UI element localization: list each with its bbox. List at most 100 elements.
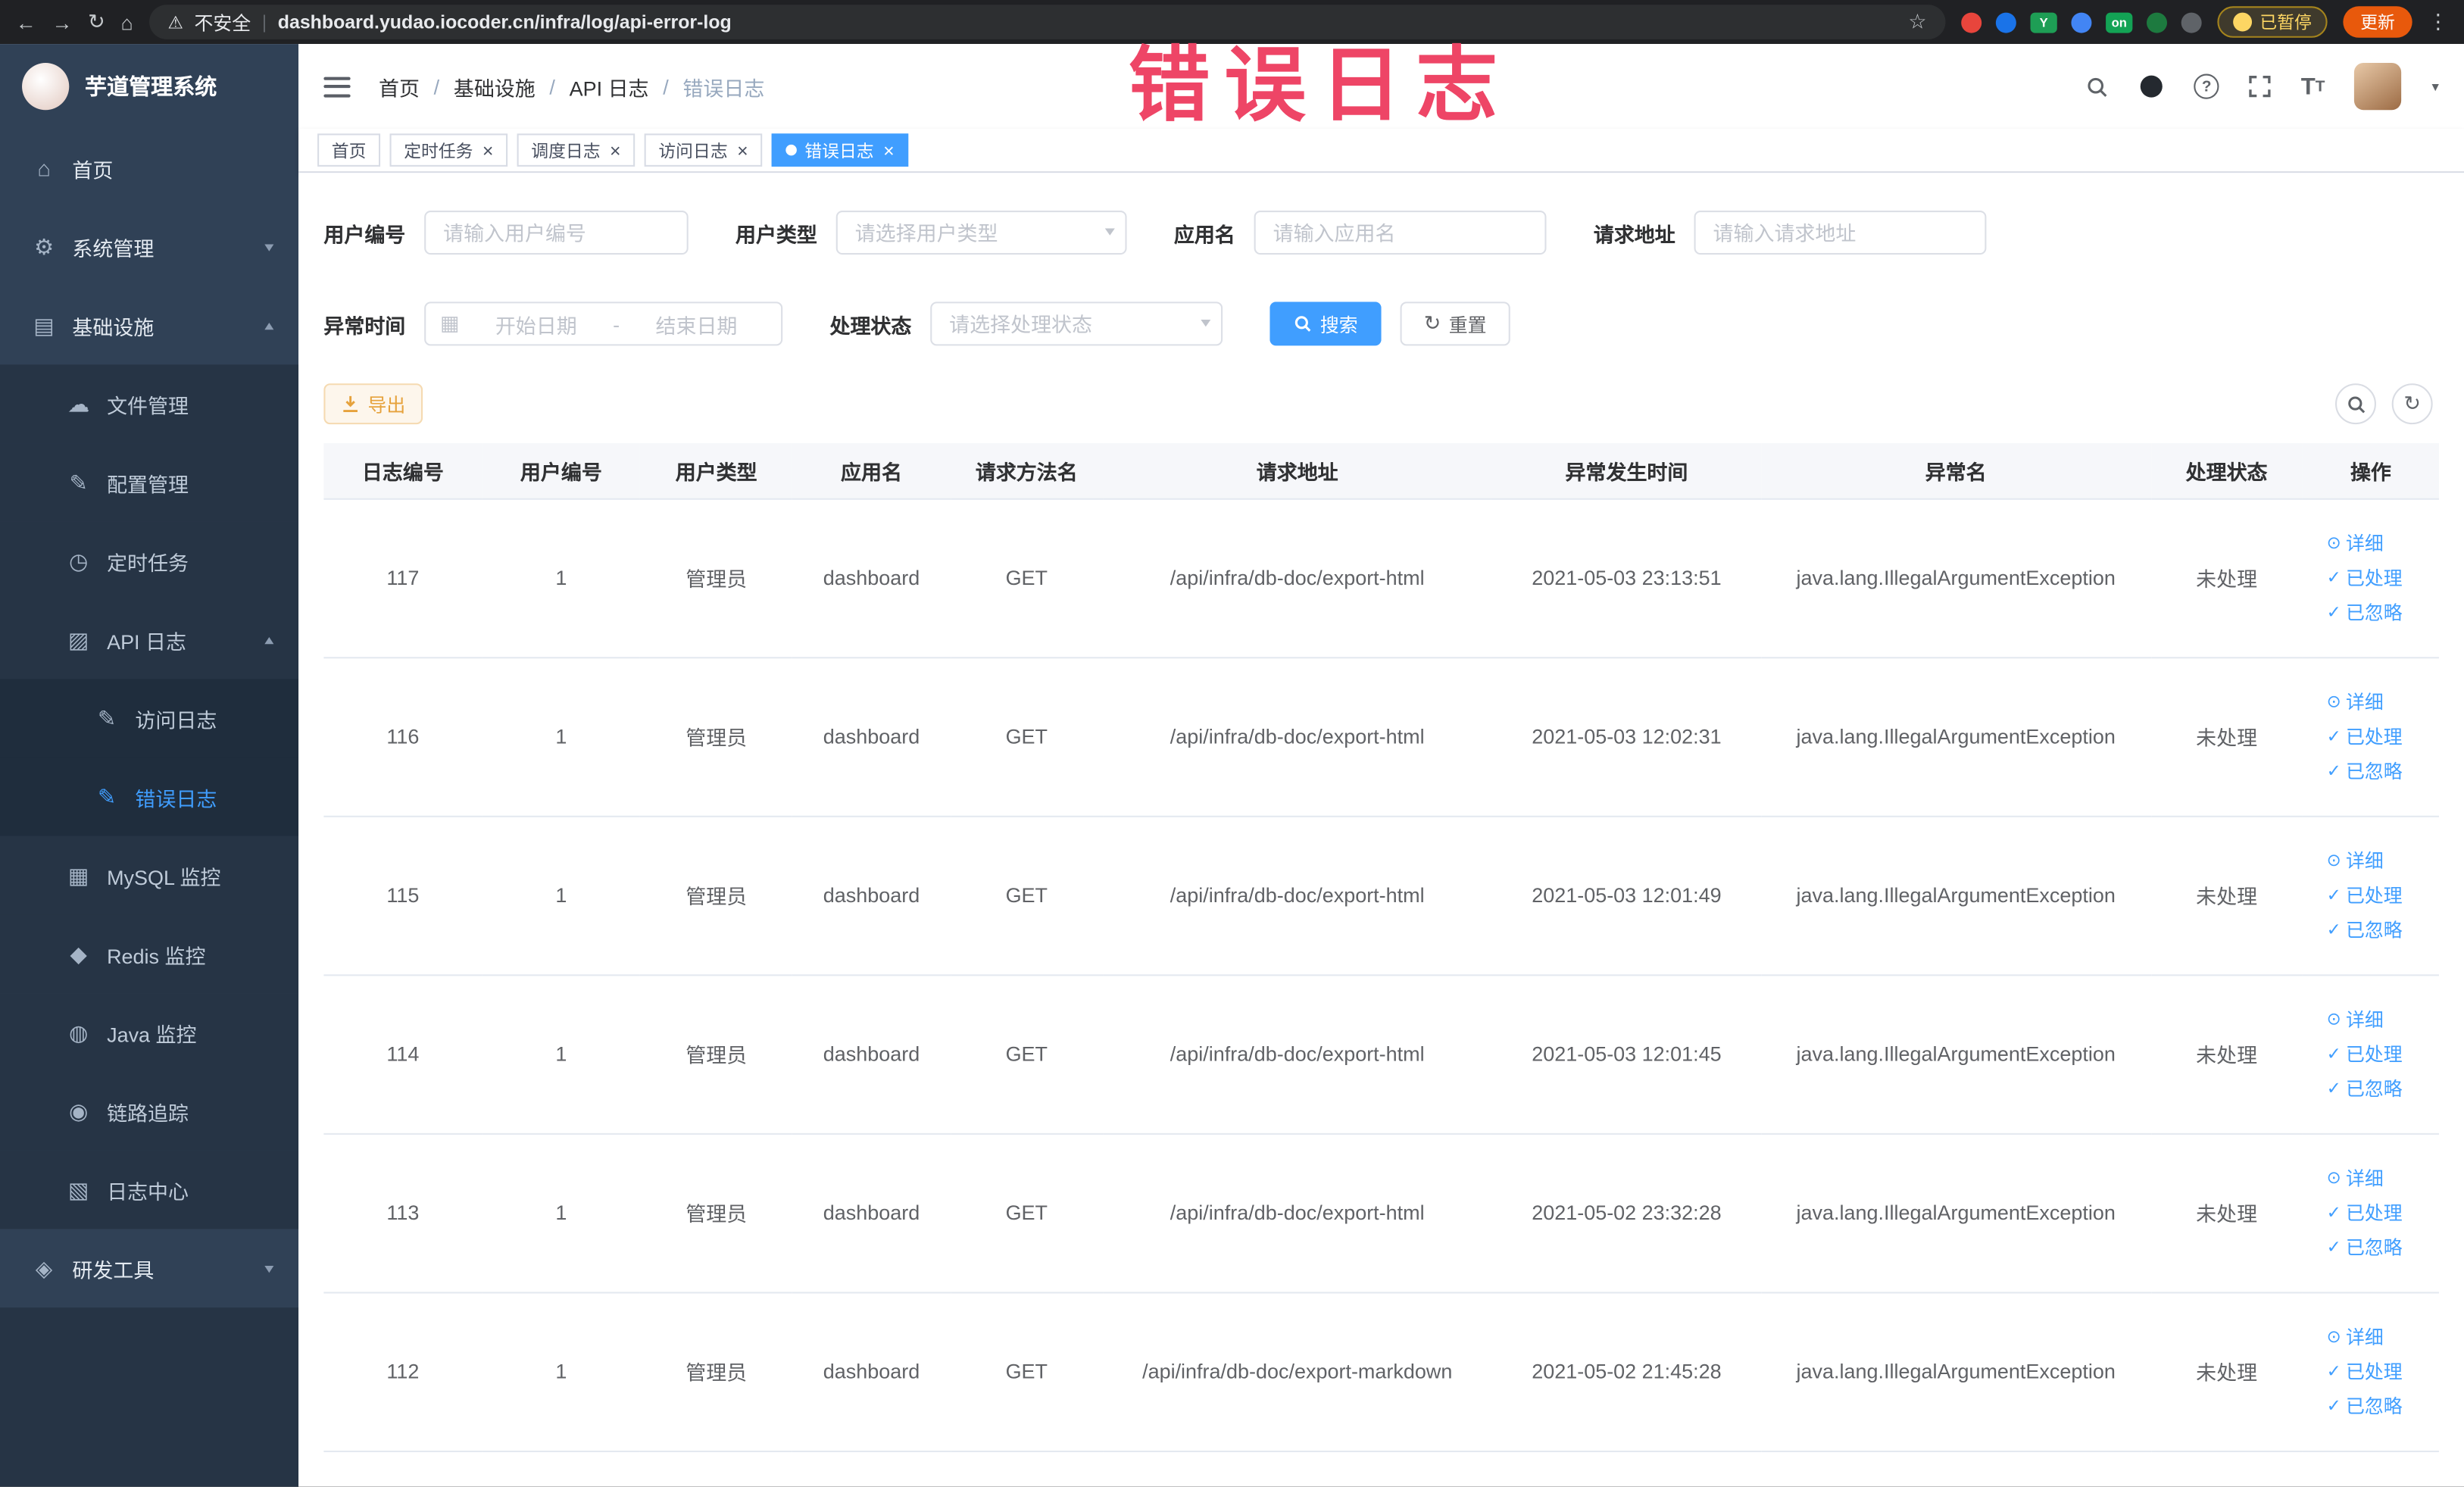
detail-link[interactable]: ⊙ 详细 [2327, 530, 2384, 556]
sidebar-item-mysql-monitor[interactable]: ▦ MySQL 监控 [0, 836, 299, 915]
processed-link[interactable]: ✓ 已处理 [2327, 564, 2403, 591]
sidebar-item-system[interactable]: ⚙ 系统管理 ▾ [0, 208, 298, 286]
chevron-down-icon[interactable]: ▾ [2432, 78, 2439, 95]
bookmark-star-icon[interactable]: ☆ [1908, 9, 1926, 34]
detail-link[interactable]: ⊙ 详细 [2327, 1164, 2384, 1191]
logo[interactable]: 芋道管理系统 [0, 44, 298, 129]
user-type-select[interactable]: ▾ [835, 211, 1127, 255]
close-icon[interactable]: × [610, 141, 621, 160]
sidebar-item-redis-monitor[interactable]: ◆ Redis 监控 [0, 914, 299, 994]
sidebar-item-java-monitor[interactable]: ◍ Java 监控 [0, 993, 299, 1072]
processed-link[interactable]: ✓ 已处理 [2327, 1040, 2403, 1067]
detail-link[interactable]: ⊙ 详细 [2327, 1006, 2384, 1032]
export-button[interactable]: 导出 [323, 383, 423, 425]
sidebar-item-scheduled-jobs[interactable]: ◷ 定时任务 [0, 521, 299, 601]
browser-back-icon[interactable]: ← [16, 10, 36, 33]
processed-link[interactable]: ✓ 已处理 [2327, 723, 2403, 749]
browser-home-icon[interactable]: ⌂ [121, 10, 133, 33]
sidebar-toggle-icon[interactable] [323, 76, 351, 97]
sidebar-item-infrastructure[interactable]: ▤ 基础设施 ▴ [0, 286, 298, 365]
sidebar-item-link-trace[interactable]: ◉ 链路追踪 [0, 1071, 299, 1151]
user-id-input[interactable] [424, 211, 689, 255]
detail-link[interactable]: ⊙ 详细 [2327, 689, 2384, 715]
close-icon[interactable]: × [482, 141, 494, 160]
ignored-link[interactable]: ✓ 已忽略 [2327, 758, 2403, 784]
help-icon[interactable]: ? [2194, 73, 2219, 99]
paused-badge[interactable]: 已暂停 [2217, 6, 2328, 38]
font-size-icon[interactable]: TT [2301, 73, 2325, 99]
page-url[interactable]: dashboard.yudao.iocoder.cn/infra/log/api… [278, 11, 732, 33]
detail-link[interactable]: ⊙ 详细 [2327, 847, 2384, 873]
sidebar-item-config-manage[interactable]: ✎ 配置管理 [0, 443, 299, 522]
table-tools: ↻ [2335, 383, 2439, 425]
tab-item[interactable]: 定时任务 × [389, 133, 508, 167]
github-icon[interactable] [2139, 74, 2164, 99]
processed-link[interactable]: ✓ 已处理 [2327, 1199, 2403, 1226]
error-log-icon: ✎ [97, 783, 117, 809]
ignored-link[interactable]: ✓ 已忽略 [2327, 1392, 2403, 1419]
process-status-select-input[interactable] [930, 301, 1223, 346]
row-actions: ⊙ 详细 ✓ 已处理 ✓ 已忽略 [2327, 1006, 2403, 1102]
tab-item[interactable]: 错误日志 × [771, 133, 909, 167]
ignored-link[interactable]: ✓ 已忽略 [2327, 1075, 2403, 1101]
trace-icon: ◉ [69, 1098, 89, 1123]
processed-link[interactable]: ✓ 已处理 [2327, 1358, 2403, 1385]
close-icon[interactable]: × [737, 141, 748, 160]
extension-icon[interactable] [1995, 11, 2016, 33]
reset-button[interactable]: ↻ 重置 [1400, 301, 1510, 346]
tabs-bar: 首页 定时任务 × 调度日志 × 访问日志 × 错误日志 × [298, 129, 2464, 173]
detail-link[interactable]: ⊙ 详细 [2327, 1323, 2384, 1350]
extension-icon[interactable] [1961, 11, 1982, 33]
request-url-input[interactable] [1694, 211, 1987, 255]
extension-icon[interactable] [2147, 11, 2168, 33]
cell-id: 115 [323, 815, 482, 976]
ignored-link[interactable]: ✓ 已忽略 [2327, 1234, 2403, 1261]
process-status-filter: 处理状态 ▾ [829, 301, 1223, 346]
main-area: 首页 / 基础设施 / API 日志 / 错误日志 ? TT ▾ 首页 定时任务… [298, 44, 2464, 1487]
chevron-down-icon: ▾ [265, 238, 275, 255]
extension-icon[interactable]: Y [2030, 11, 2057, 33]
browser-reload-icon[interactable]: ↻ [88, 9, 105, 34]
tab-item[interactable]: 首页 [317, 133, 381, 167]
start-date-placeholder: 开始日期 [495, 313, 577, 338]
breadcrumb-item[interactable]: 首页 [379, 71, 420, 101]
extension-icon[interactable]: on [2106, 11, 2133, 33]
check-icon: ✓ [2326, 762, 2341, 782]
warning-icon: ⚠ [167, 13, 183, 33]
date-range-picker[interactable]: ▦ 开始日期 - 结束日期 [424, 301, 783, 346]
close-icon[interactable]: × [883, 141, 895, 160]
user-avatar[interactable] [2354, 62, 2403, 111]
sidebar-item-home[interactable]: ⌂ 首页 [0, 129, 298, 208]
browser-forward-icon[interactable]: → [52, 10, 72, 33]
extension-icon[interactable] [2181, 11, 2202, 33]
java-icon: ◍ [69, 1019, 89, 1045]
ignored-link[interactable]: ✓ 已忽略 [2327, 917, 2403, 943]
browser-menu-icon[interactable]: ⋮ [2428, 9, 2448, 34]
sidebar-item-file-manage[interactable]: ☁ 文件管理 [0, 364, 299, 444]
search-button[interactable]: 搜索 [1269, 301, 1382, 346]
extension-icon[interactable] [2071, 11, 2092, 33]
process-status-select[interactable]: ▾ [930, 301, 1223, 346]
tab-item[interactable]: 访问日志 × [644, 133, 763, 167]
toggle-search-button[interactable] [2335, 383, 2376, 425]
breadcrumb-item[interactable]: 基础设施 [454, 71, 536, 101]
address-bar[interactable]: ⚠ 不安全 | dashboard.yudao.iocoder.cn/infra… [148, 5, 1946, 39]
fullscreen-icon[interactable] [2249, 76, 2271, 98]
ignored-link[interactable]: ✓ 已忽略 [2327, 598, 2403, 625]
processed-link[interactable]: ✓ 已处理 [2327, 882, 2403, 908]
refresh-button[interactable]: ↻ [2391, 383, 2433, 425]
sidebar-item-error-log[interactable]: ✎ 错误日志 [0, 758, 299, 836]
sidebar-item-access-log[interactable]: ✎ 访问日志 [0, 679, 299, 758]
update-button[interactable]: 更新 [2343, 6, 2412, 38]
app-name-input[interactable] [1254, 211, 1547, 255]
security-label[interactable]: 不安全 [195, 8, 251, 35]
cell-method: GET [950, 498, 1103, 658]
filter-row-2: 异常时间 ▦ 开始日期 - 结束日期 处理状态 ▾ [323, 301, 2439, 346]
sidebar-item-log-center[interactable]: ▧ 日志中心 [0, 1150, 299, 1229]
sidebar-item-dev-tools[interactable]: ◈ 研发工具 ▾ [0, 1229, 298, 1307]
sidebar-item-api-log[interactable]: ▨ API 日志 ▴ [0, 600, 299, 679]
search-icon[interactable] [2086, 75, 2110, 98]
tab-item[interactable]: 调度日志 × [517, 133, 636, 167]
user-type-select-input[interactable] [835, 211, 1127, 255]
breadcrumb-item[interactable]: API 日志 [570, 71, 649, 101]
